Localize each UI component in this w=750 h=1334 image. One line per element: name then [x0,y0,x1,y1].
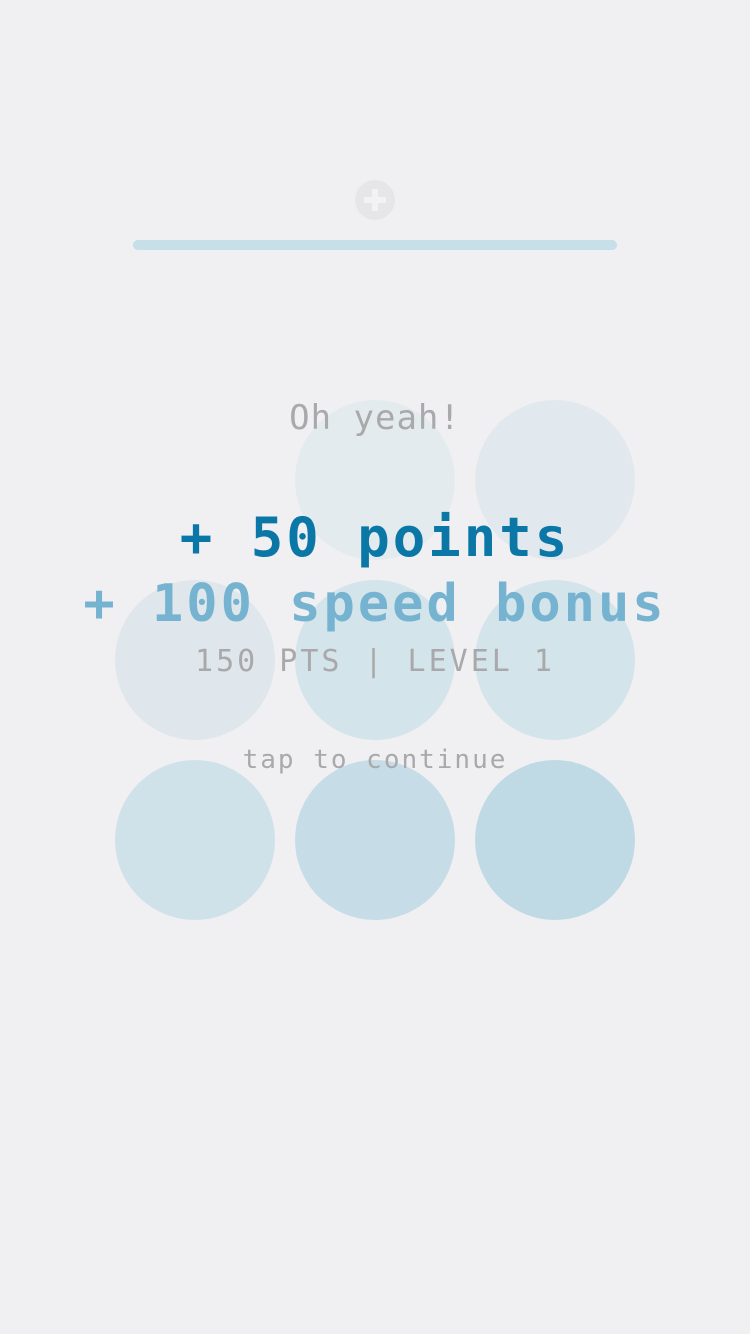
status-separator: | [364,644,386,679]
result-overlay[interactable]: Oh yeah! + 50 points + 100 speed bonus 1… [0,0,750,1334]
tap-to-continue-prompt[interactable]: tap to continue [0,745,750,775]
points-earned: + 50 points [179,506,571,569]
score-status: 150 PTS | LEVEL 1 [0,644,750,679]
result-message: Oh yeah! [289,398,461,438]
speed-bonus: + 100 speed bonus [83,574,667,634]
level-indicator: LEVEL 1 [407,644,555,679]
score-total: 150 PTS [195,644,343,679]
